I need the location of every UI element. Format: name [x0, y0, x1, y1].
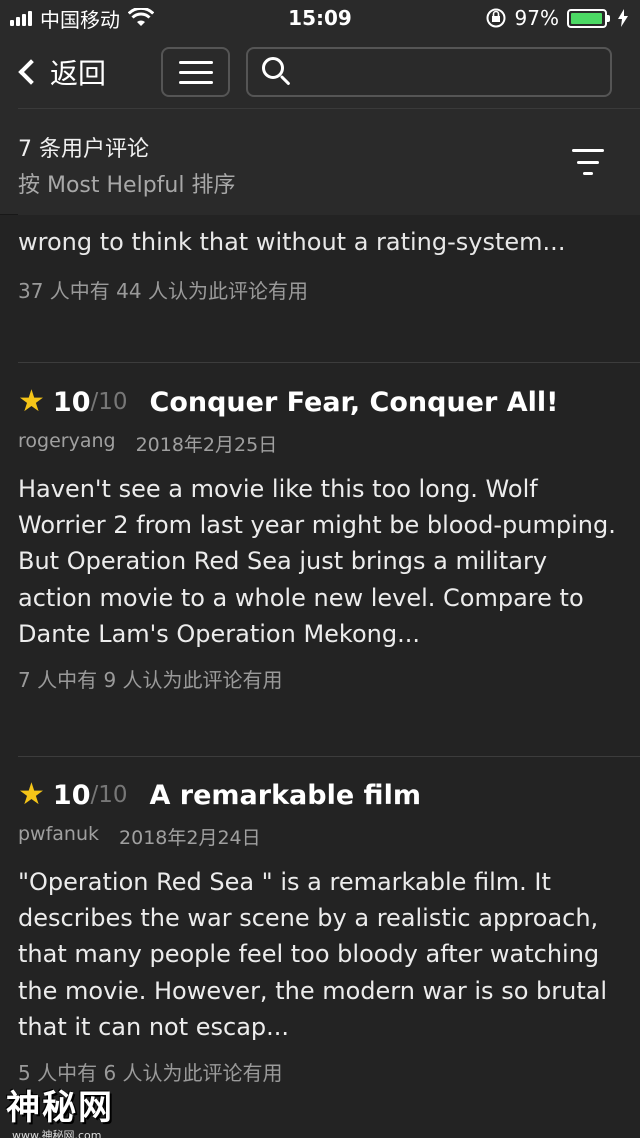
- rating-max: /10: [90, 782, 128, 808]
- filter-icon[interactable]: [572, 149, 604, 175]
- review-body: "Operation Red Sea " is a remarkable fil…: [18, 868, 608, 1041]
- divider: [18, 756, 640, 757]
- review-author[interactable]: pwfanuk: [18, 823, 99, 850]
- carrier-label: 中国移动: [40, 7, 120, 32]
- review-header: ★ 10 /10 A remarkable film: [18, 775, 622, 815]
- star-icon: ★: [18, 777, 45, 812]
- nav-bar: 返回: [0, 36, 640, 108]
- review-item[interactable]: ★ 10 /10 A remarkable film pwfanuk 2018年…: [18, 775, 622, 1086]
- menu-button[interactable]: [161, 47, 230, 97]
- back-label: 返回: [50, 57, 107, 90]
- review-body: Haven't see a movie like this too long. …: [18, 475, 616, 648]
- rating-max: /10: [90, 389, 128, 415]
- search-input[interactable]: [302, 52, 610, 92]
- review-title: A remarkable film: [149, 779, 421, 811]
- hamburger-icon: [178, 60, 213, 64]
- helpful-count: 7 人中有 9 人认为此评论有用: [18, 668, 283, 693]
- review-body-partial: wrong to think that without a rating-sys…: [18, 228, 566, 256]
- review-date: 2018年2月25日: [135, 434, 278, 456]
- charging-icon: [618, 9, 628, 27]
- review-date: 2018年2月24日: [119, 827, 261, 849]
- review-meta: rogeryang 2018年2月25日: [18, 430, 622, 457]
- star-icon: ★: [18, 384, 45, 419]
- signal-icon: [10, 10, 32, 26]
- watermark-url: www.神秘网.com: [12, 1129, 102, 1138]
- rating-value: 10: [52, 779, 91, 811]
- review-list[interactable]: wrong to think that without a rating-sys…: [0, 215, 640, 1138]
- watermark-logo: 神秘网: [6, 1088, 114, 1128]
- sort-header: 7 条用户评论 按 Most Helpful 排序: [18, 108, 640, 215]
- status-bar: 中国移动 15:09 97%: [0, 0, 640, 36]
- divider: [18, 362, 640, 363]
- search-icon: [260, 55, 294, 89]
- battery-percent: 97%: [514, 6, 559, 30]
- status-right: 97%: [485, 6, 628, 30]
- review-author[interactable]: rogeryang: [18, 430, 116, 457]
- sort-label: 按 Most Helpful 排序: [18, 173, 236, 198]
- status-left: 中国移动: [10, 4, 154, 33]
- review-item[interactable]: ★ 10 /10 Conquer Fear, Conquer All! roge…: [18, 382, 622, 693]
- back-button[interactable]: 返回: [14, 50, 106, 94]
- helpful-count: 37 人中有 44 人认为此评论有用: [18, 279, 308, 303]
- watermark: 神秘网 www.神秘网.com: [6, 1080, 114, 1138]
- review-header: ★ 10 /10 Conquer Fear, Conquer All!: [18, 382, 622, 422]
- review-title: Conquer Fear, Conquer All!: [149, 386, 559, 418]
- rating-value: 10: [52, 386, 91, 418]
- battery-icon: [567, 8, 610, 28]
- review-meta: pwfanuk 2018年2月24日: [18, 823, 622, 850]
- wifi-icon: [128, 8, 154, 26]
- search-box[interactable]: [246, 47, 612, 97]
- orientation-lock-icon: [486, 8, 506, 28]
- review-count: 7 条用户评论: [18, 137, 149, 162]
- chevron-left-icon: [18, 59, 44, 85]
